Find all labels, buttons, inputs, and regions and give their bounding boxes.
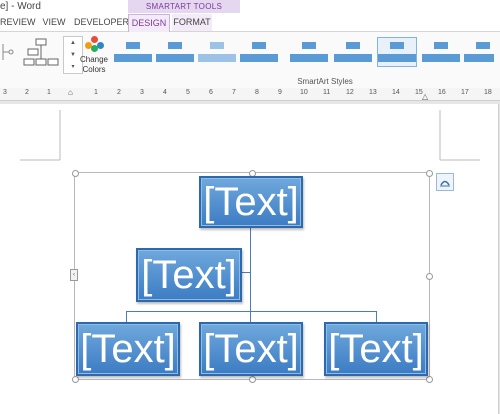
ruler-number: 18 — [484, 89, 492, 96]
tab-review[interactable]: REVIEW — [0, 14, 36, 31]
smartart-style-7-selected[interactable] — [377, 37, 417, 67]
resize-handle[interactable] — [72, 170, 79, 177]
smartart-style-5[interactable] — [290, 38, 328, 66]
org-node-top[interactable]: [Text] — [199, 176, 303, 228]
layout-options-icon[interactable] — [436, 173, 454, 191]
ruler-number: 17 — [461, 89, 469, 96]
ruler-number: 13 — [369, 89, 377, 96]
ruler-number: 3 — [3, 89, 7, 96]
ruler-number: 11 — [323, 89, 331, 96]
connector-line — [250, 226, 251, 311]
smartart-style-6[interactable] — [334, 38, 372, 66]
connector-line — [126, 311, 127, 322]
margin-marks — [20, 110, 480, 161]
resize-handle[interactable] — [426, 376, 433, 383]
change-colors-button[interactable]: Change Colors — [78, 36, 110, 76]
tab-view[interactable]: VIEW — [38, 14, 70, 31]
ruler-number: 14 — [392, 89, 400, 96]
layout-thumb-2[interactable] — [23, 38, 59, 66]
ruler-number: 4 — [163, 89, 167, 96]
ruler-number: 2 — [25, 89, 29, 96]
smartart-styles-group-label: SmartArt Styles — [297, 77, 353, 86]
tab-developer[interactable]: DEVELOPER — [74, 14, 129, 31]
layout-thumbnails[interactable] — [0, 36, 70, 68]
resize-handle[interactable] — [72, 376, 79, 383]
connector-line — [126, 311, 376, 312]
smartart-style-1[interactable] — [114, 38, 152, 66]
org-node-child-1[interactable]: [Text] — [76, 322, 180, 376]
window-title: e] - Word — [0, 1, 41, 12]
smartart-style-9[interactable] — [464, 38, 500, 66]
horizontal-ruler[interactable]: 3 2 1 1 2 3 4 5 6 7 8 9 10 11 12 13 14 1… — [0, 88, 500, 101]
smartart-style-3[interactable] — [198, 38, 236, 66]
ruler-number: 1 — [47, 89, 51, 96]
smartart-style-2[interactable] — [156, 38, 194, 66]
text-pane-toggle[interactable]: ‹ — [70, 269, 78, 281]
smartart-style-4[interactable] — [240, 38, 278, 66]
ruler-number: 5 — [186, 89, 190, 96]
tab-format[interactable]: FORMAT — [172, 14, 212, 31]
ruler-number: 8 — [255, 89, 259, 96]
resize-handle[interactable] — [249, 376, 256, 383]
ruler-number: 6 — [209, 89, 213, 96]
right-indent-marker-icon[interactable]: △ — [422, 92, 428, 101]
ruler-number: 3 — [140, 89, 144, 96]
ruler-number: 7 — [232, 89, 236, 96]
resize-handle[interactable] — [426, 273, 433, 280]
palette-icon — [85, 36, 105, 52]
org-node-assistant[interactable]: [Text] — [136, 248, 242, 302]
ruler-number: 1 — [94, 89, 98, 96]
org-node-child-2[interactable]: [Text] — [199, 322, 303, 376]
org-node-child-3[interactable]: [Text] — [324, 322, 428, 376]
change-colors-label: Change Colors — [79, 55, 109, 74]
tab-design[interactable]: DESIGN — [128, 14, 170, 33]
smartart-tools-context: SMARTART TOOLS — [128, 0, 240, 14]
context-tools-label: SMARTART TOOLS — [145, 2, 223, 11]
connector-line — [250, 311, 251, 322]
ruler-number: 12 — [346, 89, 354, 96]
indent-marker-icon[interactable]: ⌂ — [68, 88, 74, 100]
smartart-style-8[interactable] — [422, 38, 460, 66]
ruler-number: 16 — [438, 89, 446, 96]
ruler-number: 2 — [117, 89, 121, 96]
ruler-number: 10 — [300, 89, 308, 96]
resize-handle[interactable] — [426, 170, 433, 177]
connector-line — [376, 311, 377, 322]
title-bar: e] - Word — [0, 0, 500, 13]
layout-thumb-1[interactable] — [2, 44, 14, 60]
ruler-number: 9 — [278, 89, 282, 96]
